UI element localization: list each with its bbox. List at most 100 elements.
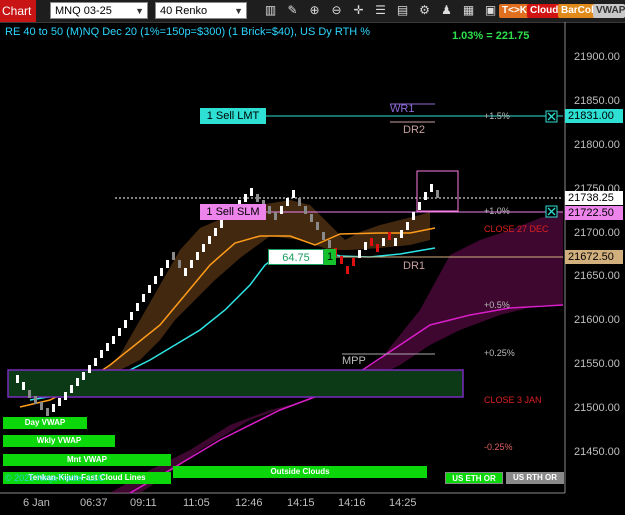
properties-icon[interactable]: ☰ [372, 2, 389, 19]
percent-change-readout: 1.03% = 221.75 [452, 30, 530, 42]
mpp-label: MPP [342, 355, 366, 367]
time-axis-label: 11:05 [183, 497, 210, 509]
renko-brick [196, 252, 199, 260]
renko-brick [52, 404, 55, 412]
us-eth-or-button[interactable]: US ETH OR [445, 472, 503, 484]
level-close-3-jan: CLOSE 3 JAN [484, 395, 542, 405]
renko-brick [214, 228, 217, 236]
zoom-out-icon[interactable]: ⊖ [328, 2, 345, 19]
renko-brick [340, 256, 343, 264]
tk-button[interactable]: T<>K [499, 4, 531, 18]
position-pnl[interactable]: 64.75 [268, 249, 324, 265]
renko-brick [40, 402, 43, 410]
renko-brick [22, 382, 25, 390]
renko-brick [64, 392, 67, 400]
barcol-button[interactable]: BarCol [558, 4, 597, 18]
renko-brick [322, 232, 325, 240]
crosshair-icon[interactable]: ✛ [350, 2, 367, 19]
renko-brick [58, 398, 61, 406]
renko-brick [412, 212, 415, 220]
renko-brick [394, 238, 397, 246]
position-quantity[interactable]: 1 [324, 249, 336, 265]
renko-brick [136, 303, 139, 311]
renko-brick [88, 365, 91, 373]
chart-window-tab[interactable]: Chart [0, 0, 36, 22]
outside-clouds-button[interactable]: Outside Clouds [173, 466, 427, 478]
renko-brick [304, 206, 307, 214]
renko-brick [436, 190, 439, 198]
price-marker-sell-slm: 21722.50 [565, 206, 623, 220]
renko-brick [256, 194, 259, 202]
data-box-icon[interactable]: ▣ [482, 2, 499, 19]
renko-brick [172, 252, 175, 260]
zoom-in-icon[interactable]: ⊕ [306, 2, 323, 19]
renko-brick [286, 198, 289, 206]
price-marker-last: 21738.25 [565, 191, 623, 205]
renko-brick [316, 222, 319, 230]
renko-brick [358, 250, 361, 258]
time-axis-label: 09:11 [130, 497, 157, 509]
renko-brick [118, 328, 121, 336]
renko-brick [46, 408, 49, 416]
renko-brick [34, 396, 37, 404]
time-axis-label: 06:37 [80, 497, 108, 509]
bar-type-value: 40 Renko [160, 5, 208, 17]
sell-limit-order[interactable]: 1 Sell LMT [200, 108, 266, 124]
renko-brick [148, 285, 151, 293]
renko-brick [16, 375, 19, 383]
chart-toolbar: Chart MNQ 03-25 ▼ 40 Renko ▼ ▥ ✎ ⊕ ⊖ ✛ ☰… [0, 0, 625, 23]
renko-brick [280, 206, 283, 214]
renko-brick [418, 202, 421, 210]
bars-icon[interactable]: ▥ [262, 2, 279, 19]
monthly-vwap-button[interactable]: Mnt VWAP [3, 454, 171, 466]
renko-brick [28, 390, 31, 398]
cloud-button[interactable]: Cloud [527, 4, 562, 18]
level-minus-0-25-pct: -0.25% [484, 442, 513, 452]
level-plus-1-5-pct: +1.5% [484, 111, 510, 121]
renko-brick [328, 240, 331, 248]
dr1-label: DR1 [403, 260, 426, 272]
indicators-icon[interactable]: ⚙ [416, 2, 433, 19]
level-plus-1-0-pct: +1.0% [484, 206, 510, 216]
chart-trader-icon[interactable]: ▦ [460, 2, 477, 19]
bar-type-selector[interactable]: 40 Renko ▼ [155, 2, 247, 19]
price-marker-sell-lmt: 21831.00 [565, 109, 623, 123]
renko-brick [178, 260, 181, 268]
chevron-down-icon: ▼ [135, 6, 144, 16]
renko-brick [130, 312, 133, 320]
renko-brick [298, 198, 301, 206]
price-axis-label: 21550.00 [574, 358, 620, 370]
weekly-vwap-button[interactable]: Wkly VWAP [3, 435, 115, 447]
renko-brick [400, 230, 403, 238]
renko-brick [274, 212, 277, 220]
renko-brick [352, 258, 355, 266]
chart-title: RE 40 to 50 (M)NQ Dec 20 (1%=150p=$300) … [5, 26, 371, 38]
level-close-27-dec: CLOSE 27 DEC [484, 224, 549, 234]
renko-brick [190, 260, 193, 268]
day-vwap-button[interactable]: Day VWAP [3, 417, 87, 429]
renko-brick [364, 242, 367, 250]
templates-icon[interactable]: ▤ [394, 2, 411, 19]
draw-tool-icon[interactable]: ✎ [284, 2, 301, 19]
renko-brick [310, 214, 313, 222]
renko-brick [388, 232, 391, 240]
time-axis-label: 12:46 [235, 497, 263, 509]
us-rth-or-button[interactable]: US RTH OR [506, 472, 564, 484]
renko-brick [106, 343, 109, 351]
renko-brick [112, 336, 115, 344]
sell-stop-market-order[interactable]: 1 Sell SLM [200, 204, 266, 220]
vwap-button[interactable]: VWAP [593, 4, 625, 18]
price-axis-label: 21450.00 [574, 446, 620, 458]
renko-brick [142, 294, 145, 302]
instrument-selector[interactable]: MNQ 03-25 ▼ [50, 2, 148, 19]
renko-brick [268, 206, 271, 214]
renko-brick [154, 276, 157, 284]
renko-brick [94, 358, 97, 366]
renko-brick [202, 244, 205, 252]
price-marker-position: 21672.50 [565, 250, 623, 264]
price-axis-label: 21800.00 [574, 139, 620, 151]
renko-brick [250, 188, 253, 196]
renko-brick [82, 372, 85, 380]
strategies-icon[interactable]: ♟ [438, 2, 455, 19]
renko-brick [424, 192, 427, 200]
